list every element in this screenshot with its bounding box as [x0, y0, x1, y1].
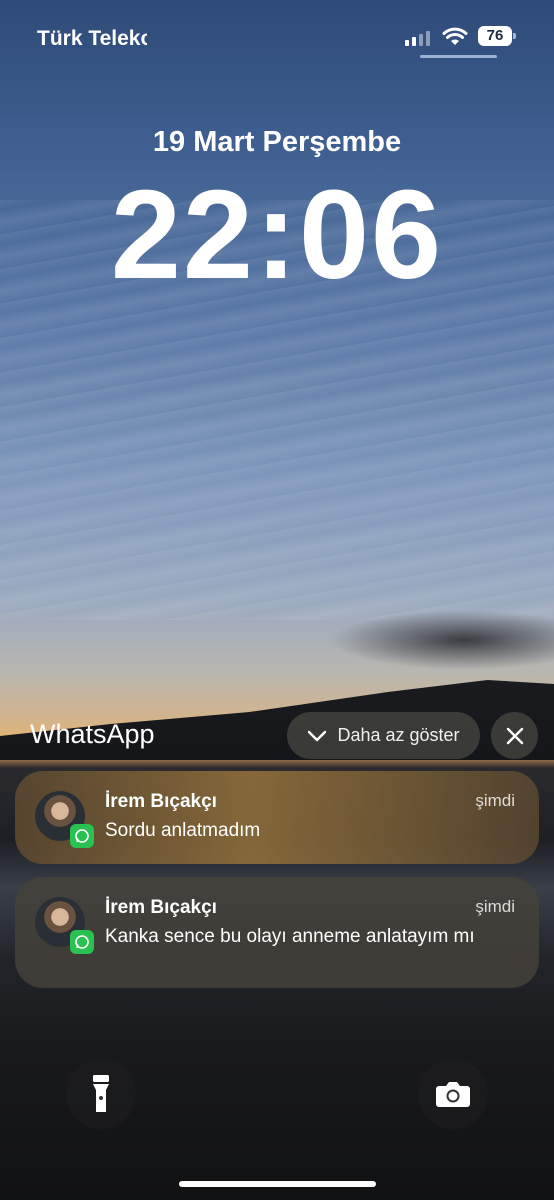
whatsapp-icon: [70, 824, 94, 848]
notification-card[interactable]: İrem Bıçakçı şimdi Kanka sence bu olayı …: [15, 877, 539, 988]
notification-time: şimdi: [475, 791, 515, 810]
wallpaper-dark-cloud: [330, 610, 554, 670]
notification-sender: İrem Bıçakçı: [105, 791, 217, 812]
show-less-button[interactable]: Daha az göster: [287, 712, 480, 759]
home-indicator[interactable]: [179, 1181, 376, 1187]
flashlight-button[interactable]: [66, 1059, 136, 1129]
close-icon: [506, 727, 523, 744]
notification-message: Kanka sence bu olayı anneme anlatayım mı: [105, 926, 475, 947]
wifi-icon: [442, 27, 468, 45]
chevron-down-icon: [308, 730, 327, 741]
lock-time: 22:06: [110, 164, 444, 305]
notification-sender: İrem Bıçakçı: [105, 897, 217, 918]
cellular-signal-icon: [405, 30, 430, 46]
battery-indicator: 76: [478, 26, 516, 46]
camera-button[interactable]: [418, 1059, 488, 1129]
notification-time: şimdi: [475, 897, 515, 916]
notification-card[interactable]: İrem Bıçakçı şimdi Sordu anlatmadım: [15, 771, 539, 864]
notification-message: Sordu anlatmadım: [105, 820, 261, 841]
carrier-name: Türk Telekom: [37, 27, 147, 50]
notification-group-title: WhatsApp: [30, 719, 155, 749]
whatsapp-icon: [70, 930, 94, 954]
lock-date: 19 Mart Perşembe: [152, 126, 402, 158]
camera-icon: [436, 1082, 470, 1107]
show-less-label: Daha az göster: [337, 725, 460, 745]
flashlight-icon: [93, 1075, 109, 1112]
status-underline: [420, 55, 497, 58]
clear-notifications-button[interactable]: [491, 712, 538, 759]
